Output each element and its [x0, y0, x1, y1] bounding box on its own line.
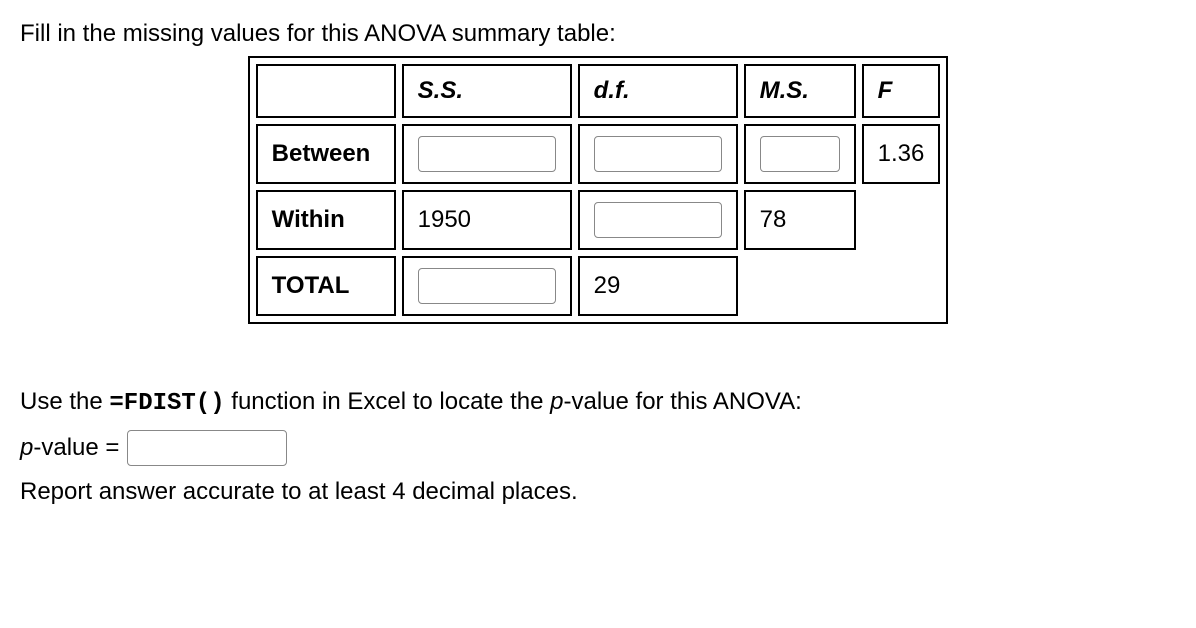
between-ss-cell [402, 124, 572, 184]
pvalue-rest: -value = [33, 434, 119, 461]
total-label: TOTAL [256, 256, 396, 316]
within-f-cell [862, 190, 941, 250]
between-ss-input[interactable] [418, 136, 556, 172]
header-ss: S.S. [402, 64, 572, 118]
question-prompt: Fill in the missing values for this ANOV… [20, 20, 1176, 48]
pvalue-p: p [20, 434, 33, 461]
pvalue-label: p-value = [20, 434, 119, 462]
total-ss-cell [402, 256, 572, 316]
fdist-function: =FDIST() [109, 390, 224, 417]
total-row: TOTAL 29 [256, 256, 941, 316]
anova-table-wrapper: S.S. d.f. M.S. F Between 1.36 Within 195… [20, 56, 1176, 324]
between-ms-cell [744, 124, 856, 184]
between-row: Between 1.36 [256, 124, 941, 184]
pvalue-line: p-value = [20, 430, 1176, 466]
anova-table: S.S. d.f. M.S. F Between 1.36 Within 195… [248, 56, 949, 324]
instr-suffix2: -value for this ANOVA: [564, 388, 802, 415]
within-row: Within 1950 78 [256, 190, 941, 250]
total-f-cell [862, 256, 941, 316]
header-row: S.S. d.f. M.S. F [256, 64, 941, 118]
within-df-input[interactable] [594, 202, 722, 238]
total-ms-cell [744, 256, 856, 316]
header-empty [256, 64, 396, 118]
instr-prefix: Use the [20, 388, 109, 415]
fdist-instruction: Use the =FDIST() function in Excel to lo… [20, 384, 1176, 422]
accuracy-note: Report answer accurate to at least 4 dec… [20, 474, 1176, 510]
between-f-cell: 1.36 [862, 124, 941, 184]
between-label: Between [256, 124, 396, 184]
instr-p: p [550, 388, 563, 415]
between-df-input[interactable] [594, 136, 722, 172]
within-df-cell [578, 190, 738, 250]
within-ms-cell: 78 [744, 190, 856, 250]
within-ss-cell: 1950 [402, 190, 572, 250]
header-df: d.f. [578, 64, 738, 118]
header-ms: M.S. [744, 64, 856, 118]
total-df-cell: 29 [578, 256, 738, 316]
total-ss-input[interactable] [418, 268, 556, 304]
header-f: F [862, 64, 941, 118]
between-df-cell [578, 124, 738, 184]
between-ms-input[interactable] [760, 136, 840, 172]
instr-suffix: function in Excel to locate the [225, 388, 551, 415]
pvalue-input[interactable] [127, 430, 287, 466]
within-label: Within [256, 190, 396, 250]
